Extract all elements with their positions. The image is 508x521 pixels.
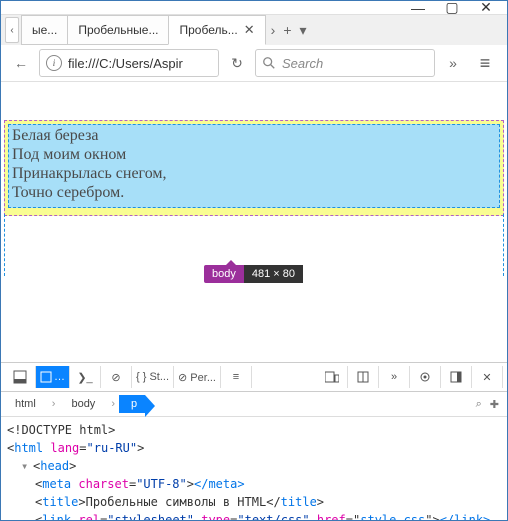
tree-title[interactable]: <title>Пробельные символы в HTML</title> xyxy=(7,493,501,511)
breadcrumb-p[interactable]: p xyxy=(119,395,145,413)
tab-scroll-right[interactable]: › xyxy=(271,22,276,38)
debugger-tab[interactable]: { } St... xyxy=(132,366,174,388)
tree-html-open[interactable]: <html lang="ru-RU"> xyxy=(7,439,501,457)
window-controls: — ▢ ✕ xyxy=(1,1,507,15)
tab-bar: ‹ ые... Пробельные... Пробель... ✕ › + ▾ xyxy=(1,15,507,45)
element-size-tooltip: body 481 × 80 xyxy=(204,265,303,283)
window-minimize-button[interactable]: — xyxy=(401,1,435,14)
tooltip-dimensions: 481 × 80 xyxy=(244,265,303,283)
tree-doctype[interactable]: <!DOCTYPE html> xyxy=(7,421,501,439)
settings-button[interactable] xyxy=(410,366,441,388)
responsive-button[interactable] xyxy=(317,366,348,388)
search-input[interactable]: Search xyxy=(255,49,435,77)
gear-icon xyxy=(419,371,431,383)
tree-meta[interactable]: <meta charset="UTF-8"></meta> xyxy=(7,475,501,493)
tab-label: ые... xyxy=(32,23,57,37)
breadcrumb-plus-icon[interactable]: ✚ xyxy=(490,398,499,411)
inspector-icon xyxy=(40,371,52,383)
window-close-button[interactable]: ✕ xyxy=(469,1,503,14)
performance-tab[interactable]: ⊘ Per... xyxy=(174,366,221,388)
tab-overflow-left[interactable]: ые... xyxy=(21,15,68,45)
no-source-tab[interactable]: ⊘ xyxy=(101,366,132,388)
dock-side-button[interactable] xyxy=(441,366,472,388)
tooltip-tag: body xyxy=(204,265,244,283)
page-text: Белая береза Под моим окном Принакрылась… xyxy=(12,126,167,202)
inspector-tab[interactable]: … xyxy=(36,366,70,388)
breadcrumb: html › body › p ⌕ ✚ xyxy=(1,392,507,417)
tab-close-icon[interactable]: ✕ xyxy=(244,22,255,38)
split-icon xyxy=(357,371,369,383)
toolbar-align-1[interactable]: ≡ xyxy=(221,366,252,388)
tool-overflow-button[interactable]: » xyxy=(379,366,410,388)
navigation-toolbar: ← i file:///C:/Users/Aspir ↻ Search » ≡ xyxy=(1,45,507,82)
responsive-icon xyxy=(325,371,339,383)
search-icon xyxy=(262,56,276,70)
tab-label: Пробельные... xyxy=(78,23,158,37)
devtools-close-button[interactable]: ✕ xyxy=(472,366,503,388)
toolbar-overflow-button[interactable]: » xyxy=(441,51,465,75)
site-info-icon[interactable]: i xyxy=(46,55,62,71)
url-input[interactable]: i file:///C:/Users/Aspir xyxy=(39,49,219,77)
content-area: Белая береза Под моим окном Принакрылась… xyxy=(1,82,507,520)
dock-icon xyxy=(13,370,27,384)
dom-tree[interactable]: <!DOCTYPE html> <html lang="ru-RU"> <hea… xyxy=(1,417,507,520)
app-menu-button[interactable]: ≡ xyxy=(471,49,499,77)
dock-button[interactable] xyxy=(5,366,36,388)
url-text: file:///C:/Users/Aspir xyxy=(68,56,183,71)
reload-button[interactable]: ↻ xyxy=(225,51,249,75)
window-maximize-button[interactable]: ▢ xyxy=(435,1,469,14)
back-button[interactable]: ← xyxy=(9,51,33,75)
search-placeholder: Search xyxy=(282,56,323,71)
tree-link[interactable]: <link rel="stylesheet" type="text/css" h… xyxy=(7,511,501,520)
tab-scroll-left[interactable]: ‹ xyxy=(5,17,19,43)
browser-window: — ▢ ✕ ‹ ые... Пробельные... Пробель... ✕… xyxy=(0,0,508,521)
devtools-toolbar: … ❯_ ⊘ { } St... ⊘ Per... ≡ » ✕ xyxy=(1,363,507,392)
tab-item[interactable]: Пробельные... xyxy=(67,15,169,45)
devtools-panel: … ❯_ ⊘ { } St... ⊘ Per... ≡ » ✕ html › b… xyxy=(1,362,507,520)
tab-dropdown-button[interactable]: ▾ xyxy=(300,22,307,39)
split-button[interactable] xyxy=(348,366,379,388)
tab-label: Пробель... xyxy=(179,23,237,37)
tab-item-active[interactable]: Пробель... ✕ xyxy=(168,15,265,45)
dock-side-icon xyxy=(450,371,462,383)
breadcrumb-body[interactable]: body xyxy=(59,395,107,413)
tree-head-open[interactable]: <head> xyxy=(7,457,501,475)
rendered-page: Белая береза Под моим окном Принакрылась… xyxy=(4,120,504,290)
new-tab-button[interactable]: + xyxy=(283,22,291,38)
breadcrumb-html[interactable]: html xyxy=(3,395,48,413)
console-tab[interactable]: ❯_ xyxy=(70,366,101,388)
breadcrumb-search-icon[interactable]: ⌕ xyxy=(476,398,482,411)
